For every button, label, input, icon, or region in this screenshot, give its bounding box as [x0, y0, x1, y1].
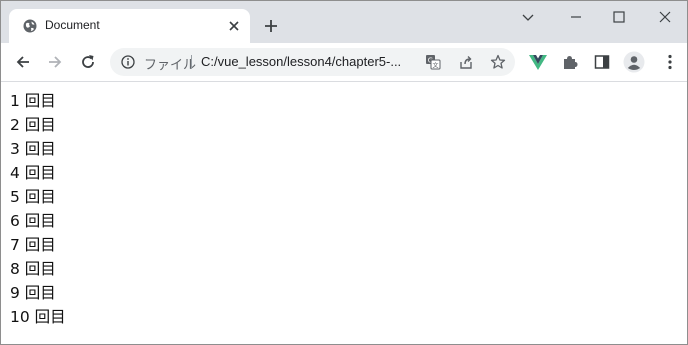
url-text[interactable]: C:/vue_lesson/lesson4/chapter5-...	[201, 54, 401, 69]
bookmark-star-icon[interactable]	[490, 54, 506, 70]
tab-strip: Document	[1, 1, 687, 43]
profile-avatar-icon[interactable]	[623, 51, 645, 73]
maximize-button[interactable]	[605, 7, 633, 27]
forward-button[interactable]	[45, 52, 65, 72]
list-item: 10 回目	[10, 308, 66, 326]
puzzle-icon[interactable]	[561, 53, 579, 71]
list-item: 9 回目	[10, 284, 56, 302]
list-item: 4 回目	[10, 164, 56, 182]
list-item: 2 回目	[10, 116, 56, 134]
list-item: 8 回目	[10, 260, 56, 278]
tab-document[interactable]: Document	[9, 9, 250, 43]
window-close-button[interactable]	[651, 7, 679, 27]
back-button[interactable]	[13, 52, 33, 72]
count-list: 1 回目 2 回目 3 回目 4 回目 5 回目 6 回目 7 回目 8 回目 …	[10, 89, 66, 329]
browser-toolbar: ファイル C:/vue_lesson/lesson4/chapter5-... …	[1, 43, 687, 82]
address-bar[interactable]: ファイル C:/vue_lesson/lesson4/chapter5-... …	[110, 48, 515, 76]
minimize-button[interactable]	[562, 7, 590, 27]
list-item: 3 回目	[10, 140, 56, 158]
share-icon[interactable]	[458, 54, 474, 70]
vue-devtools-icon[interactable]	[529, 53, 547, 71]
address-separator	[191, 55, 192, 69]
new-tab-button[interactable]	[263, 18, 279, 34]
globe-icon	[23, 19, 37, 33]
tab-search-chevron-icon[interactable]	[514, 7, 542, 27]
svg-text:文: 文	[432, 62, 438, 70]
close-tab-icon[interactable]	[228, 20, 240, 32]
browser-window: Document ファイル C:/vue_lesson/lesson4/chap…	[0, 0, 688, 345]
list-item: 7 回目	[10, 236, 56, 254]
translate-icon[interactable]: G 文	[425, 54, 441, 70]
list-item: 5 回目	[10, 188, 56, 206]
kebab-menu-icon[interactable]	[661, 53, 679, 71]
info-icon[interactable]	[121, 55, 135, 69]
reload-button[interactable]	[78, 52, 98, 72]
list-item: 6 回目	[10, 212, 56, 230]
page-content: 1 回目 2 回目 3 回目 4 回目 5 回目 6 回目 7 回目 8 回目 …	[1, 82, 687, 344]
security-label: ファイル	[144, 58, 197, 73]
list-item: 1 回目	[10, 92, 56, 110]
tab-title: Document	[45, 18, 100, 32]
side-panel-icon[interactable]	[593, 53, 611, 71]
